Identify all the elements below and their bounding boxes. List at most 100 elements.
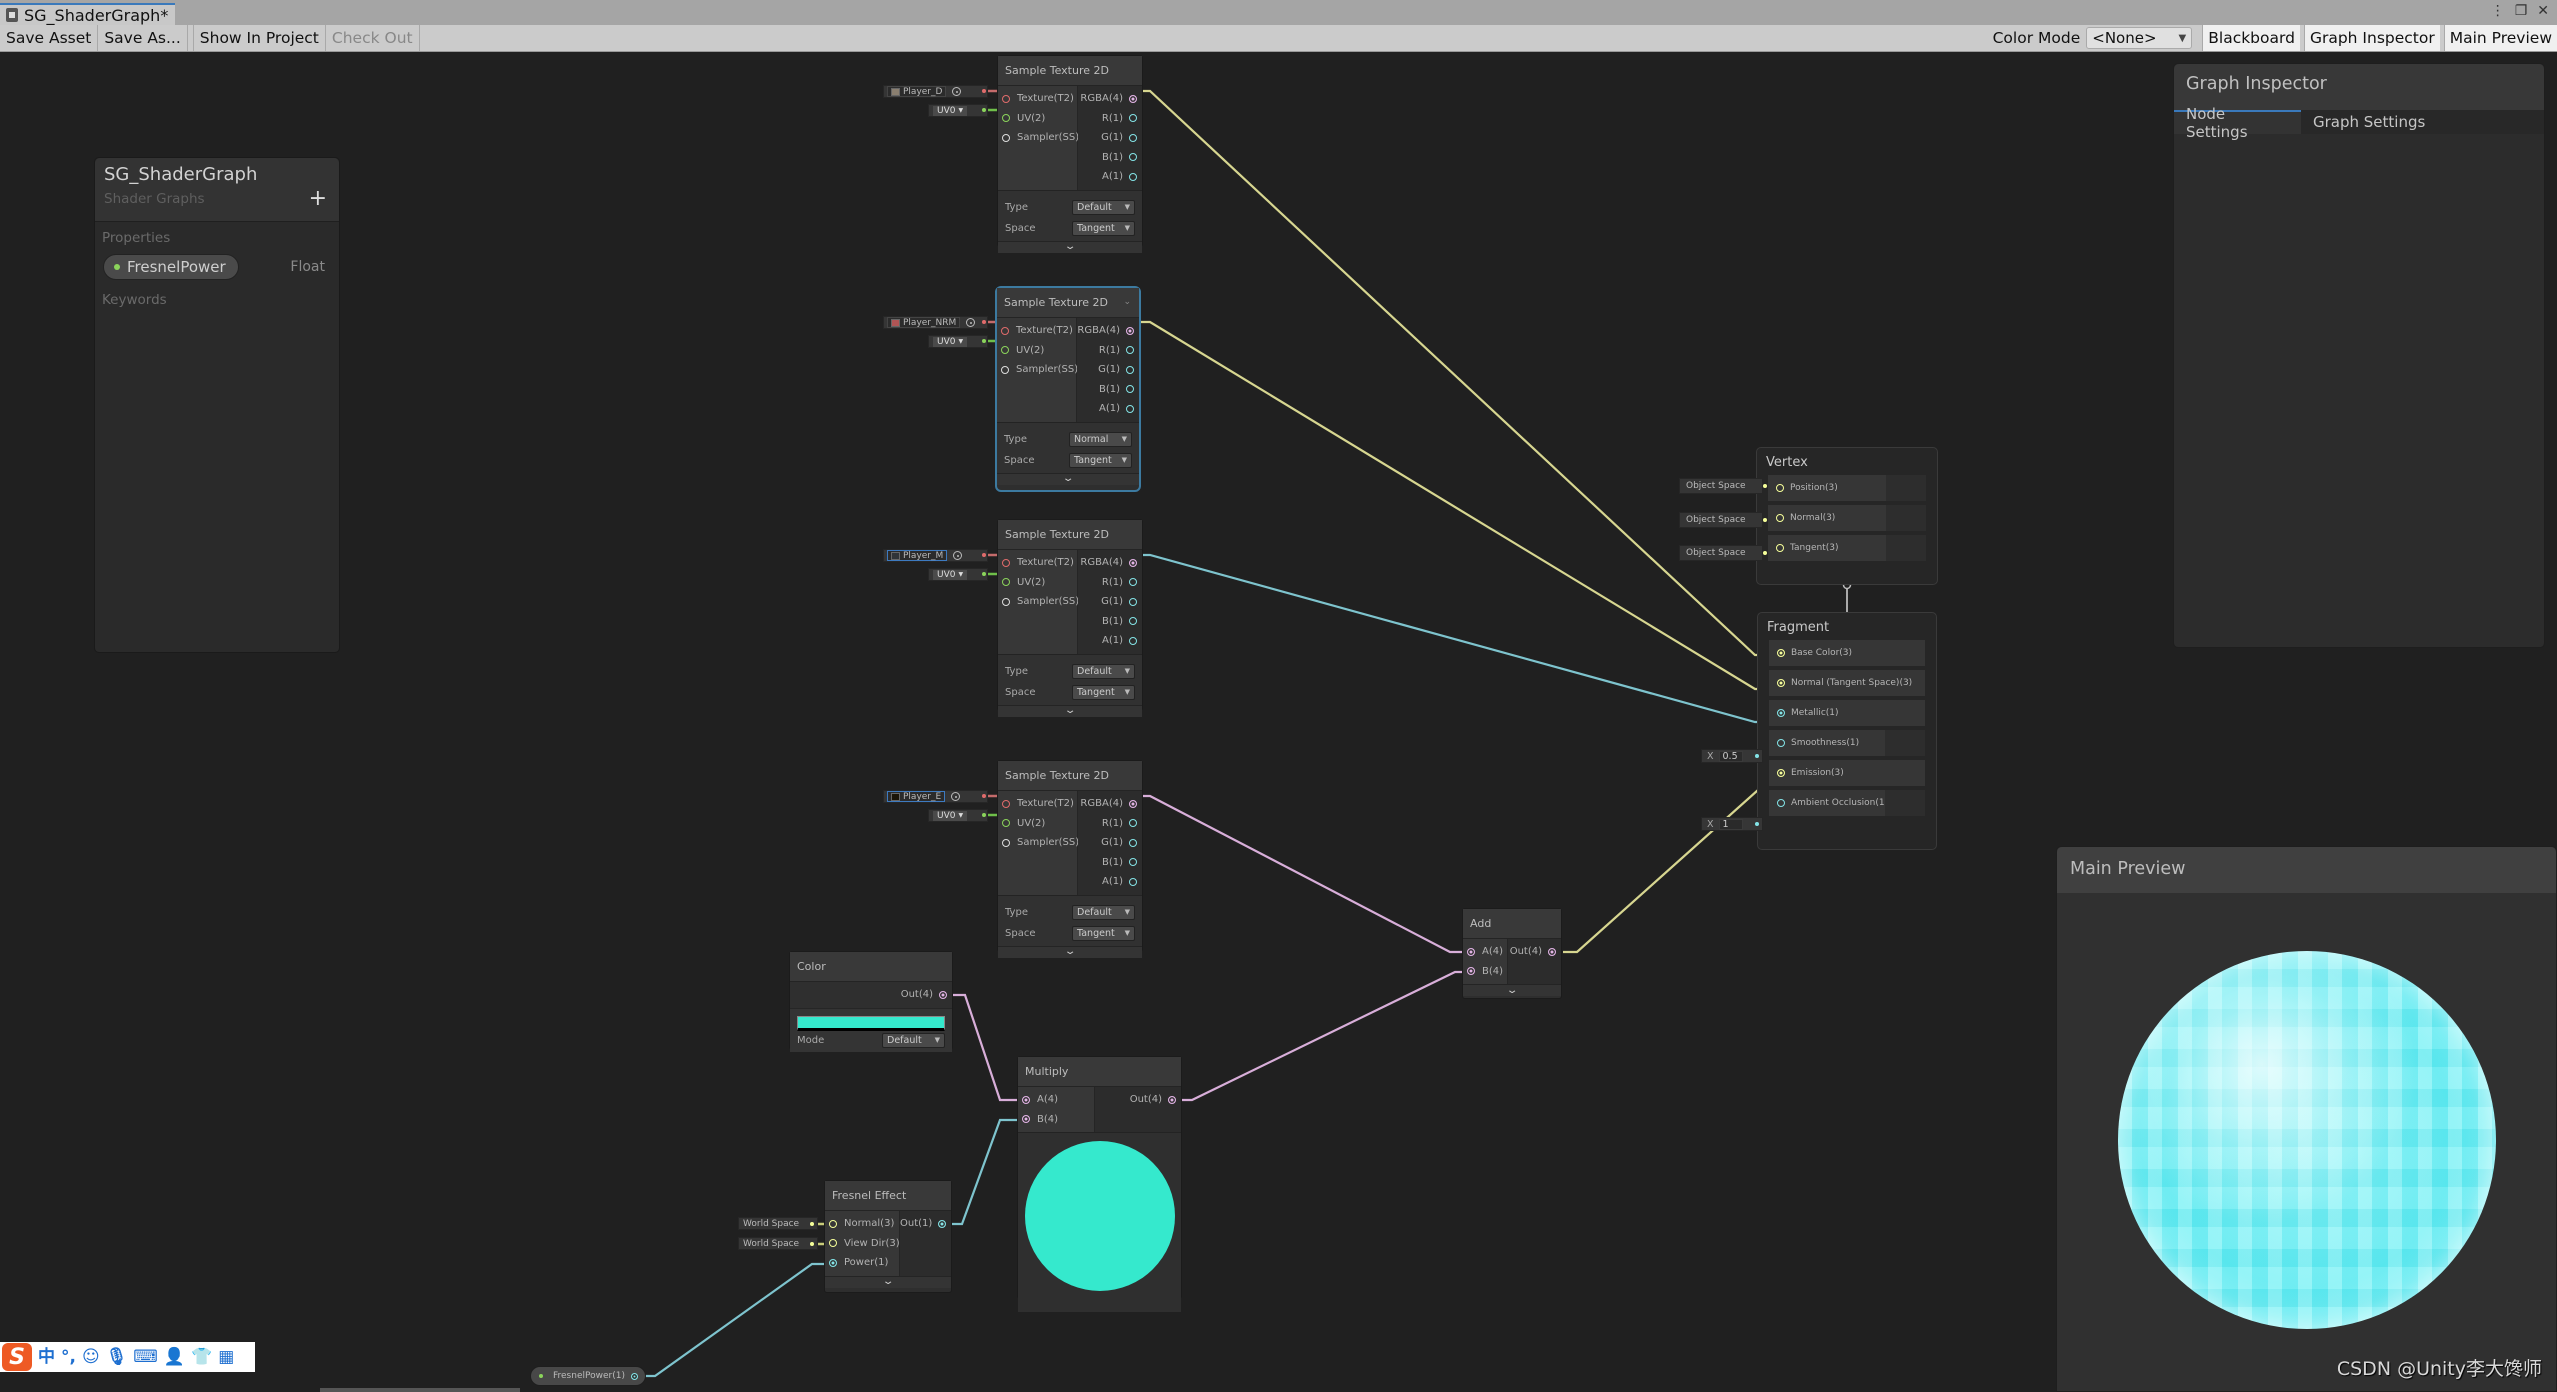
output-port[interactable]: A(1) [1078,167,1142,187]
fragment-block[interactable]: Normal (Tangent Space)(3) [1769,670,1925,696]
vector4-socket-icon[interactable] [1168,1095,1176,1104]
tab-node-settings[interactable]: Node Settings [2174,105,2301,141]
space-dropdown[interactable]: Tangent ▼ [1072,684,1135,700]
space-input-chip[interactable]: Object Space [1679,512,1763,528]
input-port[interactable]: Texture(T2) [998,553,1077,573]
vector4-socket-icon[interactable] [1126,326,1134,335]
vector4-socket-icon[interactable] [1548,947,1556,956]
vector3-socket-icon[interactable] [1776,514,1784,522]
tab-graph-settings[interactable]: Graph Settings [2301,110,2438,134]
object-picker-icon[interactable] [951,792,961,801]
vector1-socket-icon[interactable] [829,1258,837,1267]
output-port[interactable]: R(1) [1078,109,1142,129]
vector1-socket-icon[interactable] [1129,153,1137,162]
uv-channel-dropdown[interactable]: UV0 ▼ [933,105,968,116]
vector4-socket-icon[interactable] [1022,1115,1030,1124]
property-pill[interactable]: FresnelPower [103,254,239,280]
float-value-field[interactable]: 1 [1718,818,1743,830]
show-in-project-button[interactable]: Show In Project [193,25,326,51]
vector1-socket-icon[interactable] [1129,636,1137,645]
tab-sg-shadergraph[interactable]: SG_ShaderGraph* [0,3,175,25]
uv-channel-dropdown[interactable]: UV0 ▼ [933,336,968,347]
texture-socket-icon[interactable] [1001,326,1009,335]
vector1-socket-icon[interactable] [1126,385,1134,394]
sampler-socket-icon[interactable] [1002,133,1010,142]
vector4-socket-icon[interactable] [1129,799,1137,808]
blackboard-property-row[interactable]: FresnelPower Float [95,246,339,284]
vector3-socket-icon[interactable] [1777,649,1785,657]
object-picker-icon[interactable] [966,318,976,327]
add-node[interactable]: Add A(4) B(4) Out(4) ⌄ [1462,908,1562,999]
output-port[interactable]: RGBA(4) [1077,321,1139,341]
type-dropdown[interactable]: Normal ▼ [1069,431,1132,447]
blackboard-toggle[interactable]: Blackboard [2202,25,2300,51]
add-a-port[interactable]: A(4) [1463,942,1507,962]
expand-button[interactable]: ⌄ [998,945,1142,958]
skin-icon[interactable]: 👕 [191,1348,212,1366]
output-port[interactable]: A(1) [1078,631,1142,651]
fresnel-power-property-node[interactable]: FresnelPower(1) [530,1366,646,1386]
vector1-socket-icon[interactable] [1129,617,1137,626]
expand-button[interactable]: ⌄ [997,472,1139,485]
output-port[interactable]: R(1) [1078,573,1142,593]
input-port[interactable]: UV(2) [998,109,1077,129]
vector1-socket-icon[interactable] [1129,858,1137,867]
vector3-socket-icon[interactable] [1777,679,1785,687]
vector1-socket-icon[interactable] [938,1219,947,1228]
vector3-socket-icon[interactable] [1777,769,1785,777]
fresnel-normal-port[interactable]: Normal(3) [825,1214,899,1234]
texture-socket-icon[interactable] [1002,94,1010,103]
sampler-socket-icon[interactable] [1002,838,1010,847]
vertex-stack[interactable]: Vertex Position(3) Normal(3) Tangent(3) [1756,447,1938,585]
output-port[interactable]: RGBA(4) [1078,794,1142,814]
output-port[interactable]: G(1) [1078,128,1142,148]
expand-button[interactable]: ⌄ [1463,984,1561,996]
multiply-node[interactable]: Multiply A(4) B(4) Out(4) [1017,1056,1182,1312]
vector1-socket-icon[interactable] [1777,739,1785,747]
vector4-socket-icon[interactable] [939,990,947,999]
vector3-socket-icon[interactable] [1776,544,1784,552]
input-port[interactable]: Sampler(SS) [998,833,1079,853]
space-dropdown[interactable]: Tangent ▼ [1072,925,1135,941]
color-out-port[interactable]: Out(4) [790,985,952,1005]
expand-button[interactable]: ⌄ [998,704,1142,717]
color-mode-dropdown[interactable]: <None> ▼ [2086,27,2193,49]
float-input-chip[interactable]: X 0.5 [1701,749,1763,763]
output-port[interactable]: G(1) [1078,592,1142,612]
sogou-logo-icon[interactable]: S [2,1343,32,1371]
emoji-icon[interactable]: ☺ [82,1348,100,1366]
fragment-stack[interactable]: Fragment Base Color(3) Normal (Tangent Sp… [1757,612,1937,850]
texture-input-field[interactable]: Player_E [883,790,988,803]
sampler-socket-icon[interactable] [1001,365,1009,374]
maximize-icon[interactable]: ❐ [2515,3,2528,19]
fragment-block[interactable]: Ambient Occlusion(1) [1769,790,1925,816]
uv-socket-icon[interactable] [1002,819,1010,828]
texture-input-field[interactable]: Player_M [883,549,988,562]
input-port[interactable]: UV(2) [998,573,1077,593]
vector1-socket-icon[interactable] [1126,365,1134,374]
output-port[interactable]: RGBA(4) [1078,89,1142,109]
vector1-socket-icon[interactable] [1129,578,1137,587]
uv-channel-dropdown[interactable]: UV0 ▼ [933,569,968,580]
output-port[interactable]: G(1) [1078,833,1142,853]
input-port[interactable]: Sampler(SS) [998,128,1079,148]
texture-socket-icon[interactable] [1002,799,1010,808]
vector3-socket-icon[interactable] [829,1219,837,1228]
texture-object-field[interactable]: Player_NRM [887,317,961,328]
vector1-socket-icon[interactable] [1129,819,1137,828]
main-preview-toggle[interactable]: Main Preview [2443,25,2557,51]
output-port[interactable]: B(1) [1078,853,1142,873]
vector4-socket-icon[interactable] [1022,1095,1030,1104]
uv-input-dropdown[interactable]: UV0 ▼ [928,568,988,581]
add-b-port[interactable]: B(4) [1463,962,1507,982]
multiply-a-port[interactable]: A(4) [1018,1090,1094,1110]
output-port[interactable]: R(1) [1077,341,1139,361]
fragment-block[interactable]: Emission(3) [1769,760,1925,786]
fresnel-out-port[interactable]: Out(1) [900,1214,951,1234]
space-dropdown[interactable]: Tangent ▼ [1069,452,1132,468]
input-port[interactable]: Sampler(SS) [997,360,1078,380]
space-dropdown[interactable]: Tangent ▼ [1072,220,1135,236]
multiply-b-port[interactable]: B(4) [1018,1110,1094,1130]
type-dropdown[interactable]: Default ▼ [1072,904,1135,920]
fresnel-effect-node[interactable]: Fresnel Effect Normal(3) View Dir(3) Pow… [824,1180,952,1293]
